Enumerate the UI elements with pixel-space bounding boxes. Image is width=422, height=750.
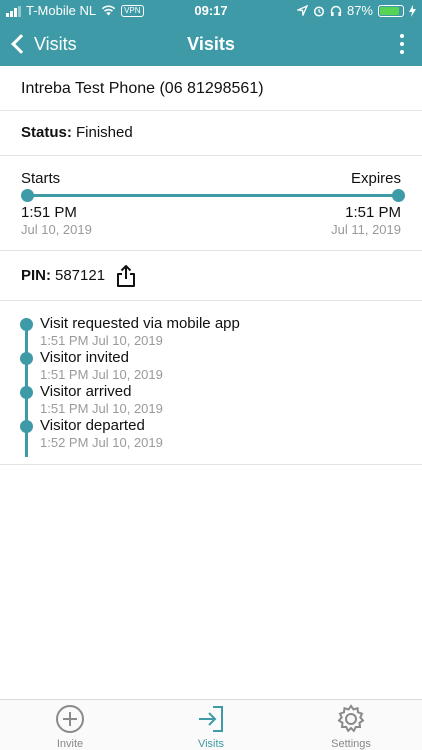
expires-label: Expires	[350, 170, 401, 187]
timeline-dot	[20, 352, 33, 365]
host-name: Intreba Test Phone (06 81298561)	[21, 80, 264, 97]
tab-settings[interactable]: Settings	[306, 704, 396, 750]
chevron-left-icon	[11, 34, 31, 54]
headphones-icon	[330, 5, 342, 16]
charging-bolt-icon	[409, 4, 416, 17]
more-options-icon[interactable]	[398, 34, 406, 54]
host-row: Intreba Test Phone (06 81298561)	[0, 66, 422, 111]
status-label: Status:	[21, 124, 72, 141]
back-label: Visits	[34, 33, 77, 54]
starts-label: Starts	[21, 170, 61, 187]
status-right: 87%	[296, 3, 416, 18]
pin-label: PIN:	[21, 267, 51, 284]
range-end-dot	[392, 189, 405, 202]
range-start-dot	[21, 189, 34, 202]
end-date: Jul 11, 2019	[331, 222, 401, 237]
timeline-dot	[20, 318, 33, 331]
timeline-item: Visitor invited 1:51 PM Jul 10, 2019	[40, 349, 163, 383]
validity-range: Starts Expires 1:51 PM 1:51 PM Jul 10, 2…	[0, 156, 422, 251]
pin-row: PIN: 587121	[0, 251, 422, 301]
timeline-event: Visit requested via mobile app	[40, 315, 240, 332]
tab-label: Visits	[197, 738, 225, 750]
status-value: Finished	[76, 124, 133, 141]
timeline-event: Visitor departed	[40, 417, 145, 434]
timeline-time: 1:51 PM Jul 10, 2019	[40, 367, 163, 382]
alarm-icon	[313, 5, 325, 17]
start-date: Jul 10, 2019	[21, 222, 92, 237]
timeline-dot	[20, 386, 33, 399]
sign-in-icon	[199, 706, 223, 732]
timeline-event: Visitor invited	[40, 349, 129, 366]
tab-invite[interactable]: Invite	[25, 704, 115, 750]
timeline-time: 1:51 PM Jul 10, 2019	[40, 333, 163, 348]
battery-icon	[378, 4, 404, 17]
timeline-item: Visit requested via mobile app 1:51 PM J…	[40, 315, 240, 349]
tab-label: Settings	[331, 738, 371, 750]
location-arrow-icon	[296, 5, 308, 16]
status-bar: T-Mobile NL VPN 09:17 87%	[0, 0, 422, 22]
navigation-bar: Visits Visits	[0, 22, 422, 66]
visit-timeline: Visit requested via mobile app 1:51 PM J…	[0, 301, 422, 465]
status-row: Status: Finished	[0, 111, 422, 156]
start-time: 1:51 PM	[21, 204, 77, 221]
back-button[interactable]: Visits	[8, 22, 77, 66]
timeline-item: Visitor arrived 1:51 PM Jul 10, 2019	[40, 383, 163, 417]
timeline-item: Visitor departed 1:52 PM Jul 10, 2019	[40, 417, 163, 451]
timeline-time: 1:52 PM Jul 10, 2019	[40, 435, 163, 450]
plus-circle-icon	[56, 705, 84, 733]
timeline-time: 1:51 PM Jul 10, 2019	[40, 401, 163, 416]
battery-percent: 87%	[346, 3, 373, 18]
timeline-dot	[20, 420, 33, 433]
tab-bar: Invite Visits Settings	[0, 699, 422, 750]
end-time: 1:51 PM	[345, 204, 401, 221]
gear-icon	[337, 704, 365, 733]
range-line	[27, 194, 399, 197]
share-icon[interactable]	[115, 264, 137, 288]
pin-value: 587121	[55, 267, 106, 284]
tab-label: Invite	[56, 738, 84, 750]
tab-visits[interactable]: Visits	[166, 704, 256, 750]
timeline-event: Visitor arrived	[40, 383, 132, 400]
